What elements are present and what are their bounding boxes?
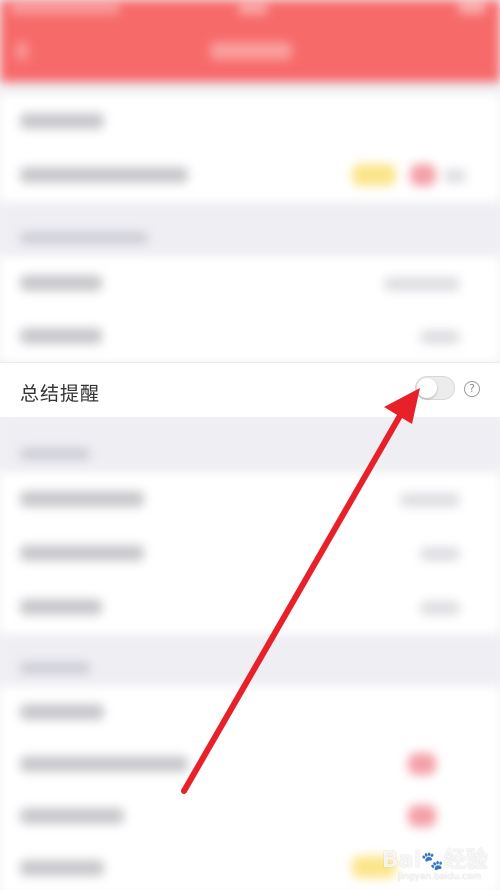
status-carrier xyxy=(10,4,120,14)
summary-reminder-label: 总结提醒 xyxy=(20,384,101,405)
settings-screen: 总结提醒 ? Bai🐾经验 jingyan.baidu.com xyxy=(0,0,500,890)
battery-icon xyxy=(458,2,486,14)
setting-label xyxy=(20,328,102,344)
color-swatch-red[interactable] xyxy=(410,164,436,186)
section-title xyxy=(20,232,148,244)
setting-label xyxy=(20,545,144,561)
summary-reminder-row[interactable]: 总结提醒 ? xyxy=(0,362,500,417)
help-icon[interactable]: ? xyxy=(464,381,480,397)
setting-label xyxy=(20,756,188,772)
section-header xyxy=(0,202,500,256)
baidu-watermark: Bai🐾经验 jingyan.baidu.com xyxy=(380,838,498,888)
setting-value xyxy=(384,277,460,291)
back-icon[interactable] xyxy=(16,42,28,60)
color-swatch-red[interactable] xyxy=(408,805,436,827)
setting-label xyxy=(20,167,188,183)
setting-row[interactable] xyxy=(0,94,500,149)
setting-row[interactable] xyxy=(0,686,500,739)
chevron-right-icon xyxy=(444,169,466,183)
setting-label xyxy=(20,491,144,507)
setting-row[interactable] xyxy=(0,256,500,311)
toggle-switch[interactable] xyxy=(420,330,460,344)
setting-value xyxy=(400,493,460,507)
setting-label xyxy=(20,808,124,824)
setting-label xyxy=(20,113,104,129)
setting-row[interactable] xyxy=(0,310,500,363)
setting-label xyxy=(20,275,102,291)
watermark-brand: Bai🐾经验 xyxy=(382,848,488,873)
status-bar xyxy=(0,0,500,24)
section-title xyxy=(20,448,90,460)
color-swatch-yellow[interactable] xyxy=(352,164,396,186)
color-swatch-red[interactable] xyxy=(408,753,436,775)
section-title xyxy=(20,662,90,674)
setting-row[interactable] xyxy=(0,790,500,843)
status-time xyxy=(238,4,268,14)
setting-row[interactable] xyxy=(0,580,500,635)
summary-reminder-toggle[interactable] xyxy=(415,376,455,400)
setting-row[interactable] xyxy=(0,526,500,581)
setting-label xyxy=(20,599,102,615)
page-title xyxy=(210,42,292,60)
watermark-url: jingyan.baidu.com xyxy=(398,872,482,882)
blurred-background xyxy=(0,0,500,890)
setting-label xyxy=(20,860,104,876)
setting-row[interactable] xyxy=(0,148,500,203)
toggle-switch[interactable] xyxy=(420,601,460,615)
setting-label xyxy=(20,704,104,720)
top-header xyxy=(0,0,500,82)
section-header xyxy=(0,416,500,472)
setting-row[interactable] xyxy=(0,738,500,791)
setting-row[interactable] xyxy=(0,472,500,527)
toggle-knob xyxy=(417,378,437,398)
section-header xyxy=(0,634,500,686)
section-divider xyxy=(0,82,500,94)
toggle-switch[interactable] xyxy=(420,547,460,561)
